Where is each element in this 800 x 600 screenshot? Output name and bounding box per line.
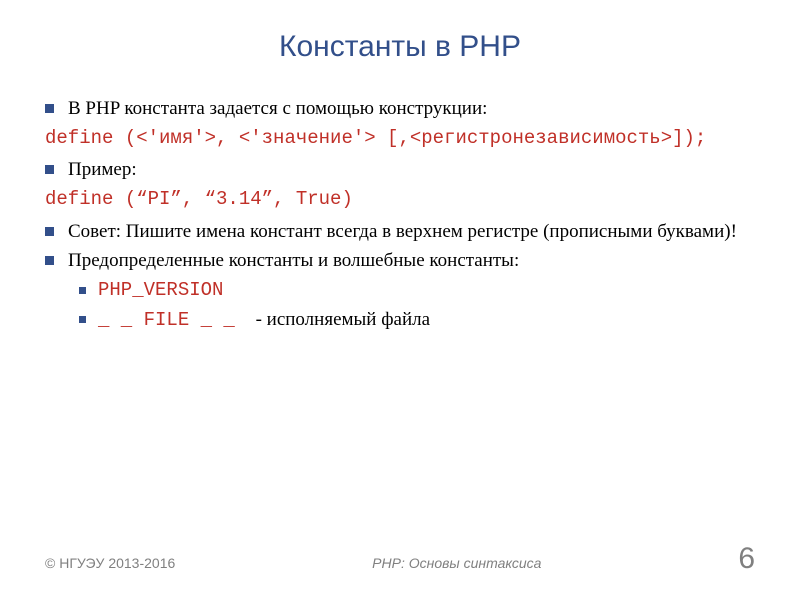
bullet-icon <box>79 287 86 294</box>
list-text: _ _ FILE _ _ - исполняемый файла <box>98 307 755 334</box>
bullet-icon <box>45 104 54 113</box>
sublist-item: PHP_VERSION <box>45 278 755 304</box>
slide-content: В PHP константа задается с помощью конст… <box>45 96 755 334</box>
bullet-icon <box>45 256 54 265</box>
code-line: define (“PI”, “3.14”, True) <box>45 187 755 213</box>
page-number: 6 <box>738 542 755 576</box>
list-text: Совет: Пишите имена констант всегда в ве… <box>68 219 755 245</box>
slide-title: Константы в PHP <box>45 30 755 64</box>
list-item: В PHP константа задается с помощью конст… <box>45 96 755 122</box>
sublist-item: _ _ FILE _ _ - исполняемый файла <box>45 307 755 334</box>
list-text: В PHP константа задается с помощью конст… <box>68 96 755 122</box>
list-text: Пример: <box>68 157 755 183</box>
list-text: Предопределенные константы и волшебные к… <box>68 248 755 274</box>
bullet-icon <box>45 165 54 174</box>
list-item: Совет: Пишите имена констант всегда в ве… <box>45 219 755 245</box>
copyright: © НГУЭУ 2013-2016 <box>45 555 175 571</box>
bullet-icon <box>79 316 86 323</box>
footer-title: PHP: Основы синтаксиса <box>175 555 738 571</box>
list-item: Пример: <box>45 157 755 183</box>
slide-footer: © НГУЭУ 2013-2016 PHP: Основы синтаксиса… <box>0 542 800 576</box>
code-inline: _ _ FILE _ _ <box>98 309 235 331</box>
list-item: Предопределенные константы и волшебные к… <box>45 248 755 274</box>
bullet-icon <box>45 227 54 236</box>
slide: Константы в PHP В PHP константа задается… <box>0 0 800 600</box>
code-line: define (<'имя'>, <'значение'> [,<регистр… <box>45 126 755 152</box>
code-line: PHP_VERSION <box>98 278 755 304</box>
annotation: - исполняемый файла <box>256 309 430 330</box>
